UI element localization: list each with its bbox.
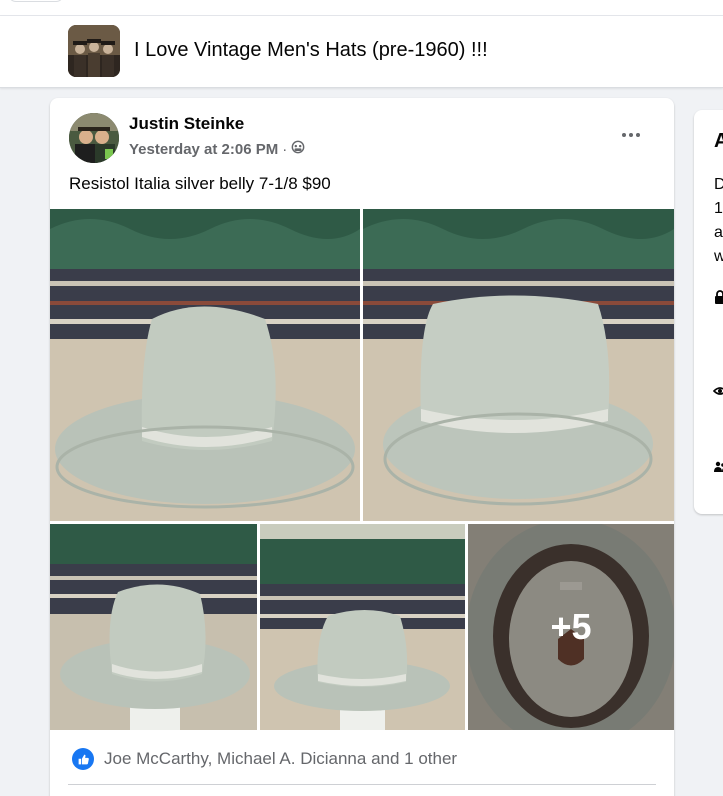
like-reaction-icon <box>72 748 94 770</box>
more-dot-icon <box>636 133 640 137</box>
reactions-summary[interactable]: Joe McCarthy, Michael A. Dicianna and 1 … <box>72 748 457 770</box>
about-text-line-1: D <box>714 176 723 193</box>
group-audience-icon <box>291 140 305 158</box>
about-text-line-2: 1 <box>714 200 723 217</box>
about-text-line-4: w <box>714 248 723 265</box>
post-meta: Yesterday at 2:06 PM · <box>129 140 305 158</box>
post-photo-4[interactable] <box>260 524 465 730</box>
more-dot-icon <box>629 133 633 137</box>
post-photo-3[interactable] <box>50 524 257 730</box>
group-header: I Love Vintage Men's Hats (pre-1960) !!! <box>0 16 723 88</box>
post-divider <box>68 784 656 785</box>
group-about-card: A D 1 a w <box>694 110 723 514</box>
eye-icon <box>713 387 723 395</box>
top-tab-pill[interactable] <box>8 0 64 2</box>
post-text: Resistol Italia silver belly 7-1/8 $90 <box>69 174 331 193</box>
about-title: A <box>714 130 723 152</box>
members-icon <box>714 461 723 472</box>
post-options-button[interactable] <box>615 120 647 150</box>
about-text-line-3: a <box>714 224 723 241</box>
meta-separator: · <box>282 140 288 158</box>
post-timestamp[interactable]: Yesterday at 2:06 PM <box>129 141 278 158</box>
author-name[interactable]: Justin Steinke <box>129 114 244 134</box>
post-photo-2[interactable] <box>363 209 674 521</box>
lock-icon <box>715 290 723 304</box>
post-photo-1[interactable] <box>50 209 360 521</box>
group-title[interactable]: I Love Vintage Men's Hats (pre-1960) !!! <box>134 39 488 62</box>
post-photo-5[interactable]: +5 <box>468 524 674 730</box>
top-strip <box>0 0 723 16</box>
more-photos-overlay[interactable]: +5 <box>468 524 674 730</box>
reactions-names: Joe McCarthy, Michael A. Dicianna and 1 … <box>104 749 458 768</box>
post-card: Justin Steinke Yesterday at 2:06 PM · Re… <box>50 98 674 796</box>
more-dot-icon <box>622 133 626 137</box>
author-avatar[interactable] <box>69 113 119 163</box>
group-thumbnail[interactable] <box>68 25 120 77</box>
